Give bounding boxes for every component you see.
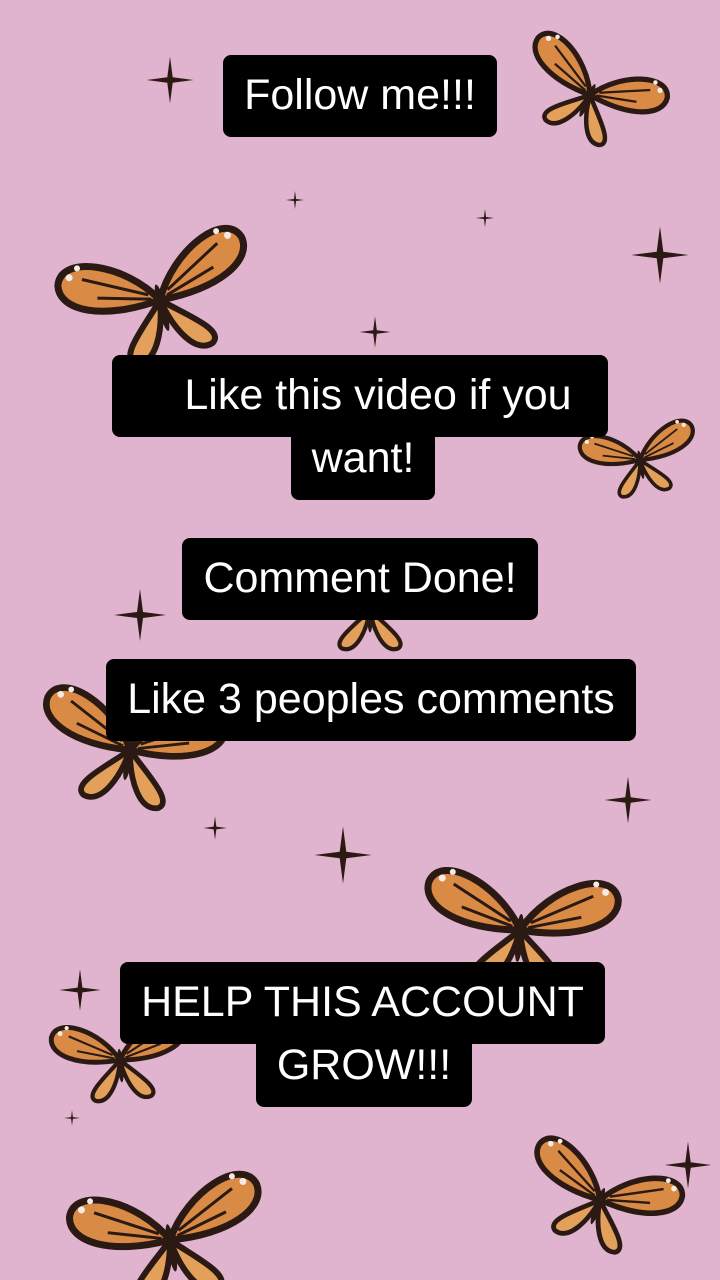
sparkle-icon: [359, 316, 391, 348]
sparkle-icon: [203, 816, 227, 840]
sparkle-icon: [631, 226, 689, 284]
help-account-text-line1: HELP THIS ACCOUNT: [120, 962, 605, 1044]
butterfly-icon: [513, 1133, 687, 1269]
sparkle-icon: [604, 776, 652, 824]
butterfly-icon: [66, 1169, 273, 1280]
comment-text: Comment Done!: [182, 538, 538, 620]
sparkle-icon: [314, 826, 372, 884]
like-comments-text: Like 3 peoples comments: [106, 659, 636, 741]
follow-caption: Follow me!!!: [0, 55, 720, 137]
comment-caption: Comment Done!: [0, 538, 720, 620]
help-account-text-line2: GROW!!!: [255, 1044, 473, 1107]
like-comments-caption: Like 3 peoples comments: [0, 659, 720, 741]
sparkle-icon: [285, 190, 305, 210]
help-account-caption: HELP THIS ACCOUNT GROW!!!: [0, 962, 720, 1107]
sparkle-icon: [64, 1110, 80, 1126]
like-video-caption: Like this video if you want!: [0, 355, 720, 500]
like-video-text-line1: Like this video if you: [112, 355, 608, 437]
sparkle-icon: [475, 208, 495, 228]
like-video-text-line2: want!: [290, 437, 436, 500]
follow-text: Follow me!!!: [223, 55, 497, 137]
